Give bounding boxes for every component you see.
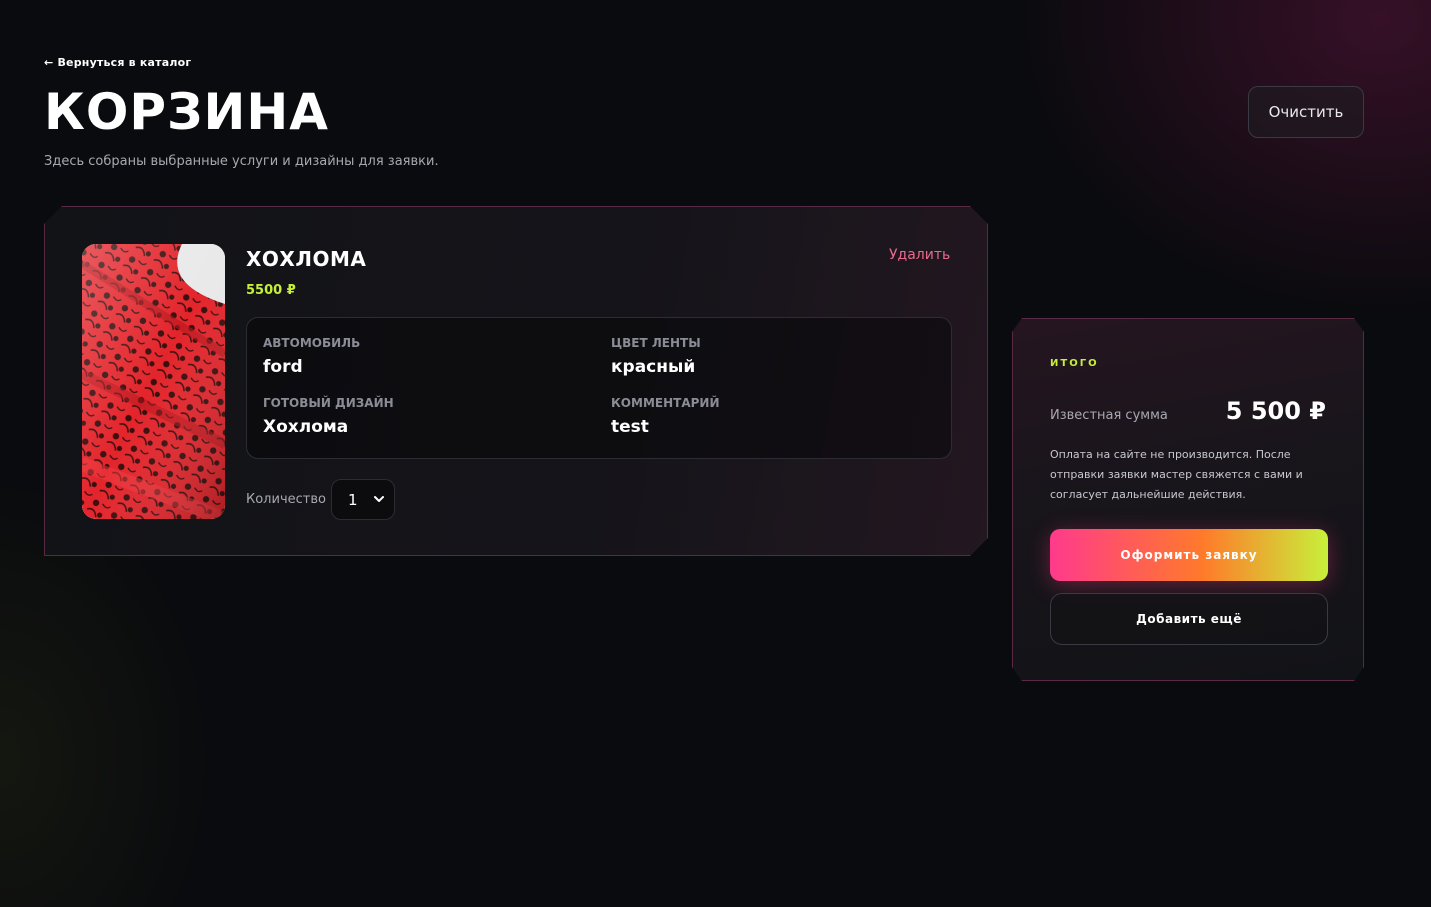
item-price: 5500 ₽ (246, 283, 296, 298)
summary-heading: ИТОГО (1050, 358, 1099, 369)
chevron-down-icon (372, 492, 386, 506)
detail-label: Цвет ленты (611, 336, 701, 350)
quantity-select[interactable]: 1 (331, 479, 395, 520)
quantity-label: Количество (246, 492, 326, 507)
detail-label: Автомобиль (263, 336, 361, 350)
order-summary-card: ИТОГО Известная сумма 5 500 ₽ Оплата на … (1012, 318, 1364, 681)
detail-value: Хохлома (263, 417, 349, 437)
detail-car: Автомобиль ford (263, 336, 360, 377)
known-sum-label: Известная сумма (1050, 408, 1168, 423)
item-image (82, 244, 225, 519)
summary-total: 5 500 ₽ (1225, 397, 1326, 425)
add-more-button[interactable]: Добавить ещё (1050, 593, 1328, 645)
detail-label: Готовый дизайн (263, 396, 394, 410)
clear-cart-button[interactable]: Очистить (1248, 86, 1364, 138)
delete-item-button[interactable]: Удалить (889, 247, 950, 263)
detail-value: ford (263, 357, 303, 377)
submit-order-button[interactable]: Оформить заявку (1050, 529, 1328, 581)
page-subtitle: Здесь собраны выбранные услуги и дизайны… (44, 154, 439, 169)
quantity-value: 1 (348, 490, 358, 509)
page-title: КОРЗИНА (44, 83, 329, 141)
detail-comment: Комментарий test (611, 396, 720, 437)
back-to-catalog-link[interactable]: ← Вернуться в каталог (44, 56, 191, 69)
item-details: Автомобиль ford Цвет ленты красный Готов… (246, 317, 952, 459)
detail-label: Комментарий (611, 396, 720, 410)
detail-ready-design: Готовый дизайн Хохлома (263, 396, 394, 437)
item-name: ХОХЛОМА (246, 247, 367, 271)
cart-item-card: ХОХЛОМА 5500 ₽ Удалить Автомобиль ford Ц… (44, 206, 988, 556)
detail-value: test (611, 417, 649, 437)
payment-note: Оплата на сайте не производится. После о… (1050, 448, 1303, 501)
detail-value: красный (611, 357, 696, 377)
detail-ribbon-color: Цвет ленты красный (611, 336, 701, 377)
khokhloma-ribbon-icon (82, 244, 225, 519)
